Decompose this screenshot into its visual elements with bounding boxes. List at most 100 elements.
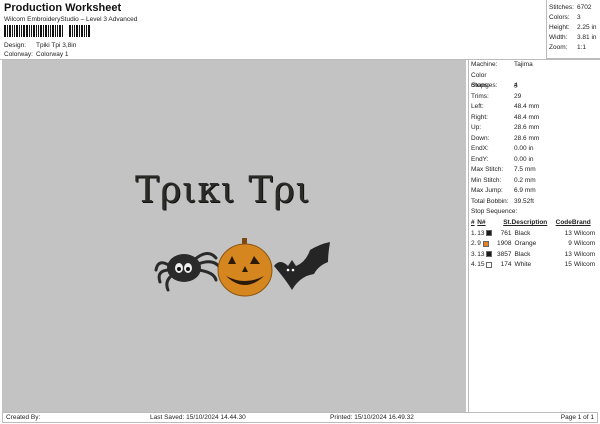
needle-number: 13 xyxy=(477,250,485,258)
colorway-label: Colorway: xyxy=(4,51,33,58)
worksheet-title: Production Worksheet xyxy=(4,2,122,14)
detail-row: Color changes: 3 xyxy=(471,71,600,90)
color-code: 13 xyxy=(564,250,572,258)
needle-cell: 9 xyxy=(477,239,494,250)
design-lettering: Τρικι Τρι xyxy=(135,170,311,211)
halloween-artwork xyxy=(154,238,330,297)
details-list: Machine: Tajima Color changes: 3 Stops: 4 Trim… xyxy=(471,60,600,207)
detail-label: Stops: xyxy=(471,82,490,89)
summary-value: 1:1 xyxy=(577,44,587,51)
summary-label: Stitches: xyxy=(549,4,574,11)
needle-number: 15 xyxy=(477,261,485,269)
thread-brand: Wilcom xyxy=(573,229,596,237)
stop-sequence-title: Stop Sequence: xyxy=(471,208,518,215)
detail-row: Trims: 29 xyxy=(471,92,600,103)
pumpkin-icon xyxy=(217,238,273,297)
detail-label: Trims: xyxy=(471,92,489,100)
color-description: Orange xyxy=(514,240,537,248)
summary-row: Colors: 3 xyxy=(549,13,600,23)
color-code: 15 xyxy=(564,261,572,269)
column-header: St. xyxy=(503,219,512,227)
color-swatch xyxy=(486,261,493,268)
detail-row: Stops: 4 xyxy=(471,81,600,92)
needle-number: 9 xyxy=(477,240,481,248)
detail-label: Up: xyxy=(471,124,482,131)
column-header: Code xyxy=(555,219,572,227)
created-by: Created By: xyxy=(6,414,41,421)
detail-row: EndX: 0.00 in xyxy=(471,144,600,155)
design-value: Tpiki Tpi 3,8in xyxy=(36,42,77,49)
detail-label: EndY: xyxy=(471,155,489,163)
design-row: Design: Tpiki Tpi 3,8in xyxy=(4,42,76,49)
detail-value: 0.00 in xyxy=(514,155,534,163)
footer: Created By: Last Saved: 15/10/2024 14.44… xyxy=(2,412,598,423)
summary-box: Stitches: 6702 Colors: 3 Height: 2.25 in Width… xyxy=(546,0,600,59)
column-header: N# xyxy=(477,219,486,227)
color-code: 13 xyxy=(564,229,572,237)
detail-value: 48.4 mm xyxy=(514,103,540,110)
summary-row: Height: 2.25 in xyxy=(549,23,600,33)
bat-icon xyxy=(274,242,330,290)
thread-brand: Wilcom xyxy=(573,240,596,248)
detail-row: Right: 48.4 mm xyxy=(471,113,600,124)
detail-value: 4 xyxy=(514,82,518,89)
summary-value: 3.81 in xyxy=(577,34,597,41)
stitch-count: 174 xyxy=(500,261,512,269)
detail-value: 39.52ft xyxy=(514,197,534,205)
detail-label: Machine: xyxy=(471,61,498,68)
summary-row: Stitches: 6702 xyxy=(549,3,600,13)
detail-row: Machine: Tajima xyxy=(471,60,600,71)
detail-value: Tajima xyxy=(514,61,533,68)
detail-row: Total Bobbin: 39.52ft xyxy=(471,197,600,208)
details-panel: Machine: Tajima Color changes: 3 Stops: 4 Trim… xyxy=(468,60,600,412)
thread-brand: Wilcom xyxy=(573,261,596,269)
summary-value: 3 xyxy=(577,14,581,21)
detail-label: Max Jump: xyxy=(471,187,503,194)
printed-date: Printed: 15/10/2024 16.49.32 xyxy=(330,414,414,421)
detail-label: Left: xyxy=(471,103,484,110)
summary-label: Zoom: xyxy=(549,44,568,51)
detail-row: Down: 28.6 mm xyxy=(471,134,600,145)
stitch-count: 1908 xyxy=(497,240,512,248)
detail-row: EndY: 0.00 in xyxy=(471,155,600,166)
detail-value: 7.5 mm xyxy=(514,166,536,173)
stitch-count: 761 xyxy=(500,229,512,237)
stop-sequence-table: # N# St. Description Code Brand 1. 13 761 Black… xyxy=(471,218,599,271)
detail-value: 0.00 in xyxy=(514,145,534,152)
detail-label: Down: xyxy=(471,134,490,142)
needle-cell: 13 xyxy=(477,228,494,239)
detail-row: Max Stitch: 7.5 mm xyxy=(471,165,600,176)
summary-value: 6702 xyxy=(577,4,592,11)
detail-value: 28.6 mm xyxy=(514,134,540,142)
stop-row: 1. 13 761 Black 13 Wilcom xyxy=(471,228,599,239)
summary-value: 2.25 in xyxy=(577,24,597,31)
column-header: Description xyxy=(511,219,548,227)
detail-row: Min Stitch: 0.2 mm xyxy=(471,176,600,187)
detail-label: Max Stitch: xyxy=(471,166,504,173)
detail-value: 29 xyxy=(514,92,522,100)
stop-row: 2. 9 1908 Orange 9 Wilcom xyxy=(471,239,599,250)
needle-cell: 15 xyxy=(477,260,494,271)
summary-row: Zoom: 1:1 xyxy=(549,43,600,53)
color-description: White xyxy=(514,261,532,269)
stop-row: 3. 13 3857 Black 13 Wilcom xyxy=(471,249,599,260)
needle-cell: 13 xyxy=(477,249,494,260)
color-swatch xyxy=(486,230,493,237)
software-name: Wilcom EmbroideryStudio – Level 3 Advanc… xyxy=(4,16,138,23)
detail-label: EndX: xyxy=(471,145,489,152)
detail-row: Up: 28.6 mm xyxy=(471,123,600,134)
color-swatch xyxy=(486,251,493,258)
last-saved: Last Saved: 15/10/2024 14.44.30 xyxy=(150,414,246,421)
summary-label: Width: xyxy=(549,34,568,41)
page-number: Page 1 of 1 xyxy=(560,414,594,421)
color-description: Black xyxy=(514,250,531,258)
detail-label: Min Stitch: xyxy=(471,176,502,184)
color-code: 9 xyxy=(568,240,572,248)
detail-row: Left: 48.4 mm xyxy=(471,102,600,113)
detail-value: 28.6 mm xyxy=(514,124,540,131)
design-label: Design: xyxy=(4,42,27,49)
colorway-row: Colorway: Colorway 1 xyxy=(4,51,69,58)
summary-label: Height: xyxy=(549,24,570,31)
detail-label: Total Bobbin: xyxy=(471,197,509,205)
detail-label: Right: xyxy=(471,113,488,121)
